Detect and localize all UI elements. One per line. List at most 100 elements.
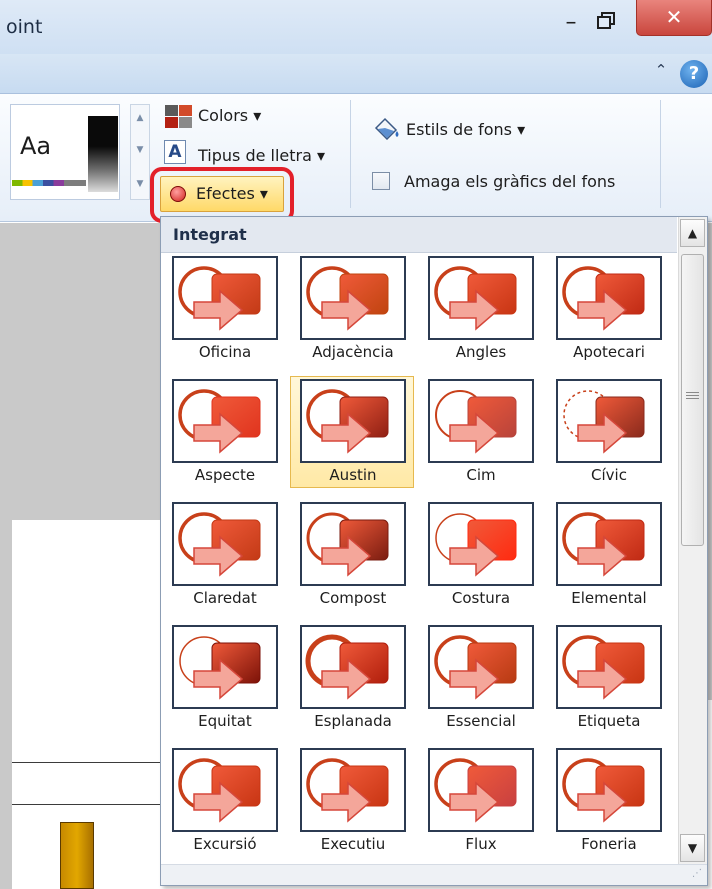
effects-theme-thumbnail-icon <box>435 513 517 577</box>
theme-gallery-scroll[interactable]: ▲ ▼ ▼ <box>130 104 150 200</box>
effect-tile[interactable]: Excursió <box>162 745 286 857</box>
scroll-up-button[interactable]: ▲ <box>680 219 705 247</box>
window-title: oint <box>6 16 43 38</box>
effects-theme-thumbnail-icon <box>434 266 517 331</box>
minimize-button[interactable]: – <box>557 10 585 40</box>
effects-theme-thumbnail-icon <box>178 389 261 454</box>
effects-theme-thumbnail-icon <box>179 636 261 700</box>
effects-theme-thumbnail-icon <box>305 634 389 700</box>
effects-theme-thumbnail-icon <box>562 266 645 331</box>
effects-theme-thumbnail-icon <box>562 635 645 700</box>
effect-label: Foneria <box>581 835 637 853</box>
gallery-more-icon[interactable]: ▼ <box>131 179 149 189</box>
ribbon-tab-strip <box>0 54 712 94</box>
effect-tile[interactable]: Flux <box>418 745 542 857</box>
effect-tile[interactable]: Foneria <box>546 745 670 857</box>
effect-tile[interactable]: Elemental <box>546 499 670 611</box>
effects-theme-thumbnail-icon <box>178 512 261 577</box>
effects-theme-thumbnail-icon <box>178 758 261 823</box>
effect-tile[interactable]: Apotecari <box>546 253 670 365</box>
effect-label: Esplanada <box>314 712 392 730</box>
background-styles-button[interactable]: Estils de fons ▾ <box>406 120 525 139</box>
effect-tile[interactable]: Etiqueta <box>546 622 670 734</box>
effect-thumbnail <box>300 256 406 340</box>
restore-button[interactable] <box>593 8 621 38</box>
effect-label: Claredat <box>193 589 257 607</box>
collapse-ribbon-icon[interactable]: ⌃ <box>652 61 670 79</box>
fonts-button[interactable]: Tipus de lletra ▾ <box>198 146 325 165</box>
effect-label: Adjacència <box>312 343 394 361</box>
group-separator <box>350 100 351 208</box>
effect-thumbnail <box>556 379 662 463</box>
effect-tile[interactable]: Claredat <box>162 499 286 611</box>
effect-tile[interactable]: Austin <box>290 376 414 488</box>
effect-tile[interactable]: Cívic <box>546 376 670 488</box>
effects-theme-thumbnail-icon <box>434 758 517 823</box>
effects-theme-thumbnail-icon <box>434 635 517 700</box>
effect-thumbnail <box>300 748 406 832</box>
effect-tile[interactable]: Esplanada <box>290 622 414 734</box>
effect-label: Essencial <box>446 712 516 730</box>
effect-thumbnail <box>172 256 278 340</box>
effects-theme-thumbnail-icon <box>306 389 389 454</box>
gallery-up-icon[interactable]: ▲ <box>131 113 149 123</box>
help-icon[interactable]: ? <box>680 60 708 88</box>
effect-label: Equitat <box>198 712 252 730</box>
effects-theme-thumbnail-icon <box>306 512 389 577</box>
effect-thumbnail <box>428 625 534 709</box>
close-button[interactable]: ✕ <box>636 0 712 36</box>
gallery-section-title: Integrat <box>161 217 677 253</box>
effects-theme-thumbnail-icon <box>562 758 645 823</box>
effect-label: Aspecte <box>194 466 256 484</box>
effect-tile[interactable]: Executiu <box>290 745 414 857</box>
effect-tile[interactable]: Compost <box>290 499 414 611</box>
slide-line <box>12 804 162 805</box>
theme-preview-text: Aa <box>20 132 52 160</box>
hide-background-label[interactable]: Amaga els gràfics del fons <box>404 172 615 191</box>
resize-grip-icon[interactable]: ⋰ <box>692 868 702 879</box>
slide-bar-shape[interactable] <box>60 822 94 889</box>
effects-theme-thumbnail-icon <box>562 512 645 577</box>
effect-thumbnail <box>300 502 406 586</box>
scroll-thumb-grip <box>686 392 699 401</box>
effect-label: Cim <box>466 466 496 484</box>
paint-bucket-icon[interactable] <box>372 116 402 141</box>
effect-thumbnail <box>300 379 406 463</box>
effect-label: Executiu <box>320 835 386 853</box>
effect-label: Excursió <box>193 835 257 853</box>
effect-tile[interactable]: Essencial <box>418 622 542 734</box>
hide-background-checkbox[interactable] <box>372 172 390 190</box>
scroll-down-button[interactable]: ▼ <box>680 834 705 862</box>
effects-theme-thumbnail-icon <box>306 266 389 331</box>
effect-label: Etiqueta <box>577 712 641 730</box>
effect-label: Costura <box>451 589 511 607</box>
effect-label: Angles <box>455 343 507 361</box>
effects-theme-thumbnail-icon <box>435 390 517 454</box>
restore-icon <box>597 12 615 29</box>
effect-label: Elemental <box>571 589 647 607</box>
effect-thumbnail <box>172 748 278 832</box>
effect-thumbnail <box>428 502 534 586</box>
effect-thumbnail <box>428 256 534 340</box>
effects-highlight-outline <box>150 167 294 223</box>
fonts-icon[interactable]: A <box>164 140 186 164</box>
effect-tile[interactable]: Aspecte <box>162 376 286 488</box>
effect-tile[interactable]: Oficina <box>162 253 286 365</box>
effect-tile[interactable]: Costura <box>418 499 542 611</box>
effect-tile[interactable]: Adjacència <box>290 253 414 365</box>
effect-thumbnail <box>172 379 278 463</box>
effect-label: Oficina <box>198 343 252 361</box>
effect-tile[interactable]: Cim <box>418 376 542 488</box>
effect-tile[interactable]: Angles <box>418 253 542 365</box>
theme-thumbnail-dark[interactable] <box>88 116 118 192</box>
gallery-down-icon[interactable]: ▼ <box>131 145 149 155</box>
effect-thumbnail <box>556 502 662 586</box>
dropdown-footer <box>161 864 707 885</box>
colors-icon[interactable] <box>164 104 194 130</box>
effect-thumbnail <box>556 748 662 832</box>
colors-button[interactable]: Colors ▾ <box>198 106 261 125</box>
effect-thumbnail <box>172 502 278 586</box>
effect-label: Cívic <box>591 466 627 484</box>
effect-tile[interactable]: Equitat <box>162 622 286 734</box>
effect-label: Austin <box>329 466 377 484</box>
